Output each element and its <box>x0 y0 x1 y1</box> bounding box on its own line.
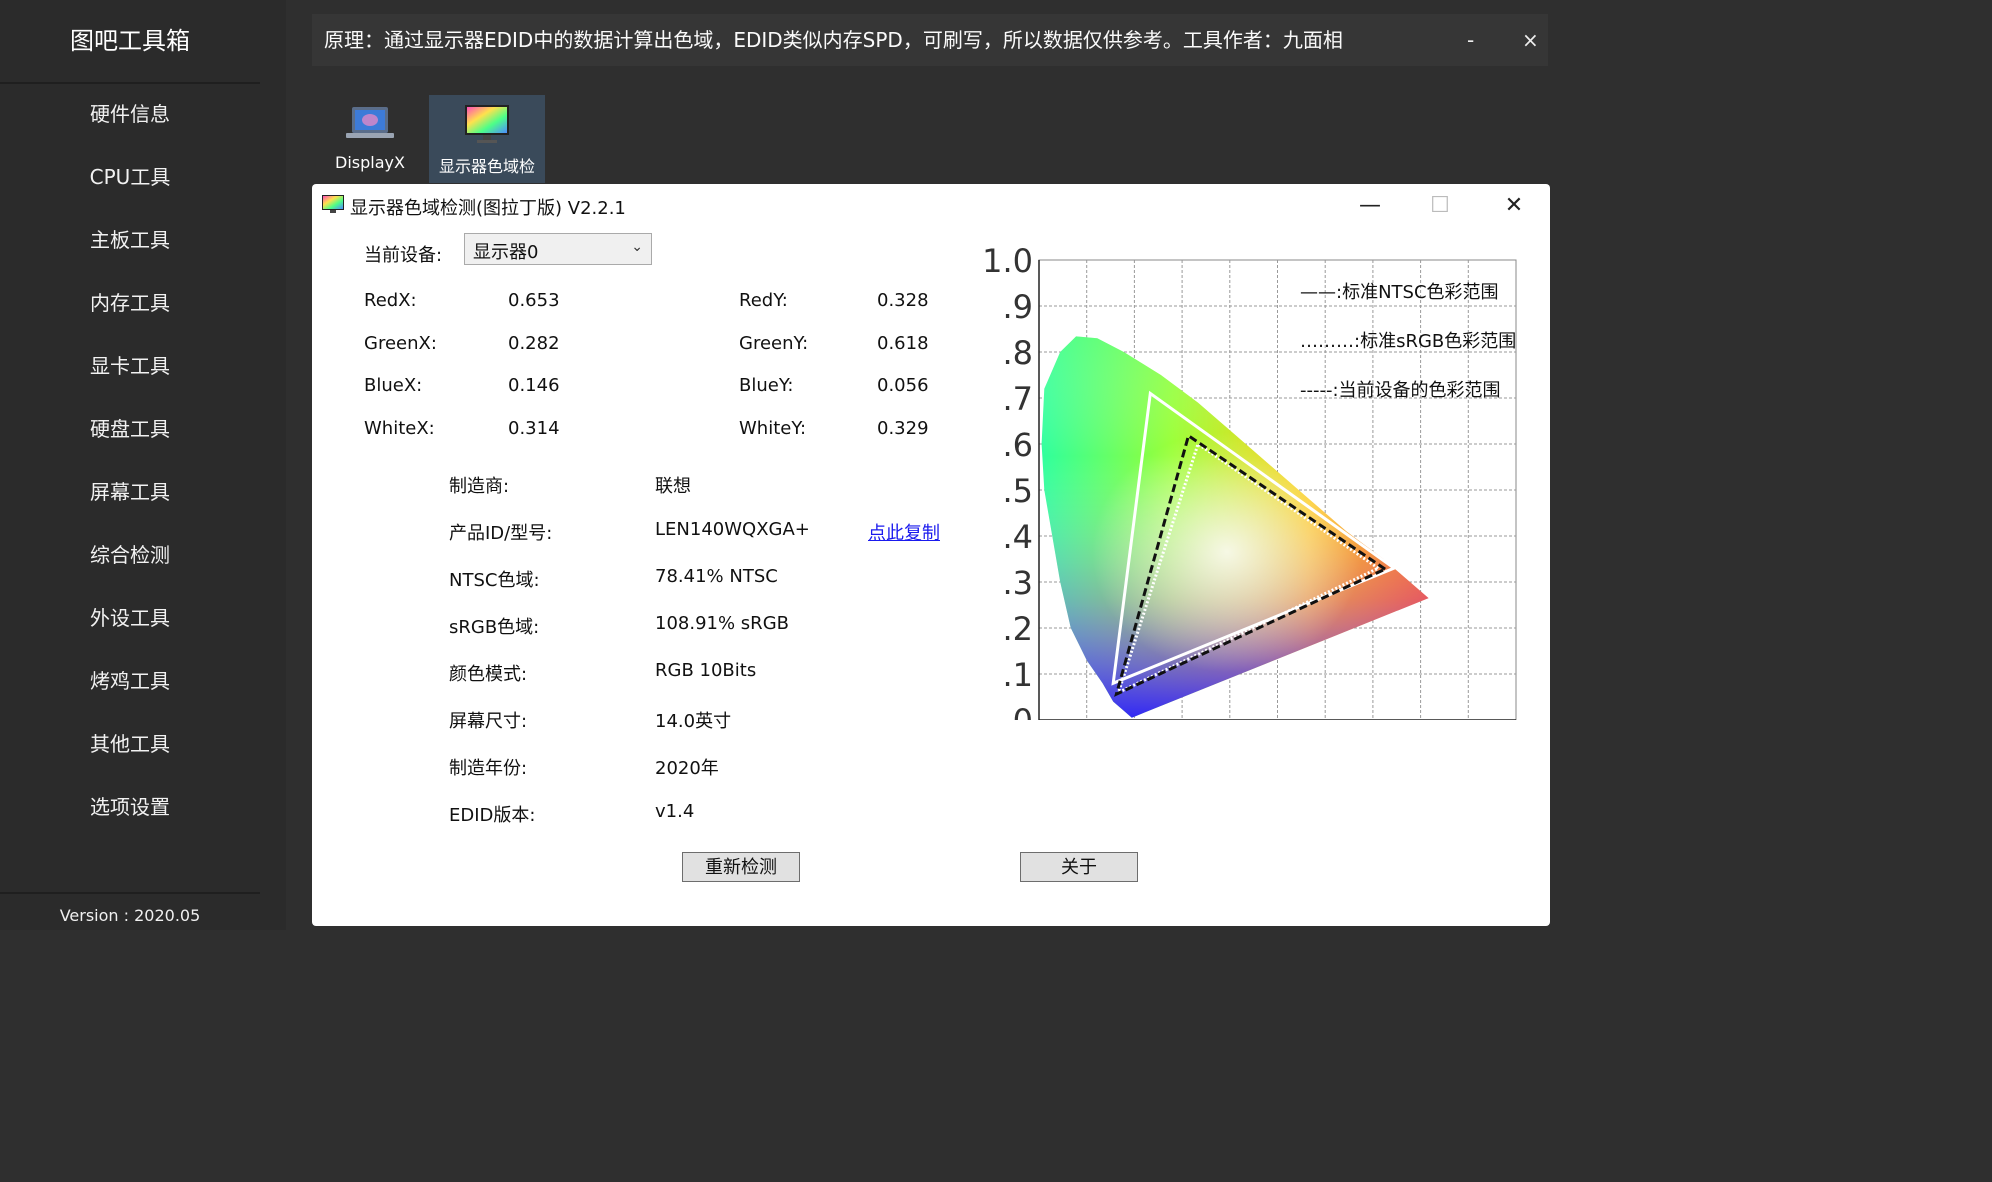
y-tick-label: 1.0 <box>984 242 1033 280</box>
blue-y-value: 0.056 <box>877 375 929 396</box>
manufacturer-value: 联想 <box>655 476 691 497</box>
white-y-value: 0.329 <box>877 418 929 439</box>
y-tick-label: .2 <box>1002 610 1033 648</box>
close-button[interactable]: × <box>1522 14 1539 66</box>
sidebar-menu: 硬件信息 CPU工具 主板工具 内存工具 显卡工具 硬盘工具 屏幕工具 综合检测… <box>0 83 260 839</box>
recheck-button[interactable]: 重新检测 <box>682 852 800 882</box>
sidebar-item-memory-tools[interactable]: 内存工具 <box>0 272 260 335</box>
screen-size-value: 14.0英寸 <box>655 711 732 732</box>
device-select-value: 显示器0 <box>473 242 539 263</box>
green-x-value: 0.282 <box>508 333 560 354</box>
sidebar-item-overall-check[interactable]: 综合检测 <box>0 524 260 587</box>
srgb-gamut-label: sRGB色域: <box>449 617 540 638</box>
color-mode-value: RGB 10Bits <box>655 660 757 681</box>
tool-color-gamut-label: 显示器色域检 <box>438 157 535 176</box>
monitor-color-icon <box>465 105 509 143</box>
edid-version-value: v1.4 <box>655 801 695 822</box>
version-label: Version : 2020.05 <box>0 892 260 932</box>
ntsc-gamut-label: NTSC色域: <box>449 570 540 591</box>
dialog-title: 显示器色域检测(图拉丁版) V2.2.1 <box>350 198 626 219</box>
sidebar-item-stress-tools[interactable]: 烤鸡工具 <box>0 650 260 713</box>
red-x-label: RedX: <box>364 290 417 311</box>
manufacturer-label: 制造商: <box>449 476 510 497</box>
y-tick-label: .0 <box>1002 702 1033 720</box>
green-y-label: GreenY: <box>739 333 809 354</box>
y-tick-label: .6 <box>1002 426 1033 464</box>
manufacture-year-value: 2020年 <box>655 758 719 779</box>
white-x-value: 0.314 <box>508 418 560 439</box>
tool-displayx-label: DisplayX <box>335 153 405 172</box>
chevron-down-icon: ⌄ <box>631 239 643 255</box>
sidebar-item-other-tools[interactable]: 其他工具 <box>0 713 260 776</box>
tool-displayx[interactable]: DisplayX <box>312 95 428 183</box>
y-tick-label: .3 <box>1002 564 1033 602</box>
green-y-value: 0.618 <box>877 333 929 354</box>
laptop-icon <box>346 107 394 138</box>
sidebar-item-peripheral-tools[interactable]: 外设工具 <box>0 587 260 650</box>
y-tick-label: .4 <box>1002 518 1033 556</box>
sidebar-item-gpu-tools[interactable]: 显卡工具 <box>0 335 260 398</box>
green-x-label: GreenX: <box>364 333 437 354</box>
tool-color-gamut[interactable]: 显示器色域检 <box>429 95 545 183</box>
topbar: 原理：通过显示器EDID中的数据计算出色域，EDID类似内存SPD，可刷写，所以… <box>312 14 1548 66</box>
minimize-button[interactable]: - <box>1467 14 1474 66</box>
srgb-gamut-value: 108.91% sRGB <box>655 613 789 634</box>
ntsc-gamut-value: 78.41% NTSC <box>655 566 778 587</box>
legend-entry: ——:标准NTSC色彩范围 <box>1300 282 1499 303</box>
y-tick-label: .9 <box>1002 288 1033 326</box>
sidebar-item-cpu-tools[interactable]: CPU工具 <box>0 146 260 209</box>
y-tick-label: .5 <box>1002 472 1033 510</box>
copy-link[interactable]: 点此复制 <box>868 519 940 545</box>
red-x-value: 0.653 <box>508 290 560 311</box>
dialog-maximize-button[interactable]: ☐ <box>1420 190 1460 222</box>
product-id-label: 产品ID/型号: <box>449 523 553 544</box>
white-y-label: WhiteY: <box>739 418 807 439</box>
product-id-value: LEN140WQXGA+ <box>655 519 810 540</box>
sidebar-item-hardware-info[interactable]: 硬件信息 <box>0 83 260 146</box>
sidebar-item-motherboard-tools[interactable]: 主板工具 <box>0 209 260 272</box>
screen-size-label: 屏幕尺寸: <box>449 711 528 732</box>
chart-legend: ——:标准NTSC色彩范围 ………:标准sRGB色彩范围 -----:当前设备的色彩… <box>1300 282 1516 401</box>
sidebar-item-settings[interactable]: 选项设置 <box>0 776 260 839</box>
device-label: 当前设备: <box>364 245 443 266</box>
monitor-color-icon <box>322 195 344 213</box>
red-y-value: 0.328 <box>877 290 929 311</box>
manufacture-year-label: 制造年份: <box>449 758 528 779</box>
cie-chart: .0.1.2.3.4.5.6.7.8.91.000010203040506070… <box>984 242 1517 720</box>
color-gamut-dialog: 显示器色域检测(图拉丁版) V2.2.1 — ☐ ✕ 当前设备: 显示器0 ⌄ … <box>312 184 1550 926</box>
app-title: 图吧工具箱 <box>0 0 260 84</box>
device-select[interactable]: 显示器0 ⌄ <box>464 233 652 265</box>
sidebar: 图吧工具箱 硬件信息 CPU工具 主板工具 内存工具 显卡工具 硬盘工具 屏幕工… <box>0 0 286 930</box>
edid-version-label: EDID版本: <box>449 805 536 826</box>
blue-x-value: 0.146 <box>508 375 560 396</box>
red-y-label: RedY: <box>739 290 788 311</box>
about-button[interactable]: 关于 <box>1020 852 1138 882</box>
y-tick-label: .8 <box>1002 334 1033 372</box>
sidebar-item-disk-tools[interactable]: 硬盘工具 <box>0 398 260 461</box>
dialog-close-button[interactable]: ✕ <box>1494 190 1534 222</box>
white-x-label: WhiteX: <box>364 418 435 439</box>
legend-entry: -----:当前设备的色彩范围 <box>1300 380 1501 401</box>
blue-y-label: BlueY: <box>739 375 794 396</box>
blue-x-label: BlueX: <box>364 375 423 396</box>
color-mode-label: 颜色模式: <box>449 664 528 685</box>
sidebar-item-screen-tools[interactable]: 屏幕工具 <box>0 461 260 524</box>
y-tick-label: .7 <box>1002 380 1033 418</box>
legend-entry: ………:标准sRGB色彩范围 <box>1300 331 1516 352</box>
y-tick-label: .1 <box>1002 656 1033 694</box>
dialog-minimize-button[interactable]: — <box>1350 190 1390 222</box>
principle-text: 原理：通过显示器EDID中的数据计算出色域，EDID类似内存SPD，可刷写，所以… <box>324 28 1343 52</box>
